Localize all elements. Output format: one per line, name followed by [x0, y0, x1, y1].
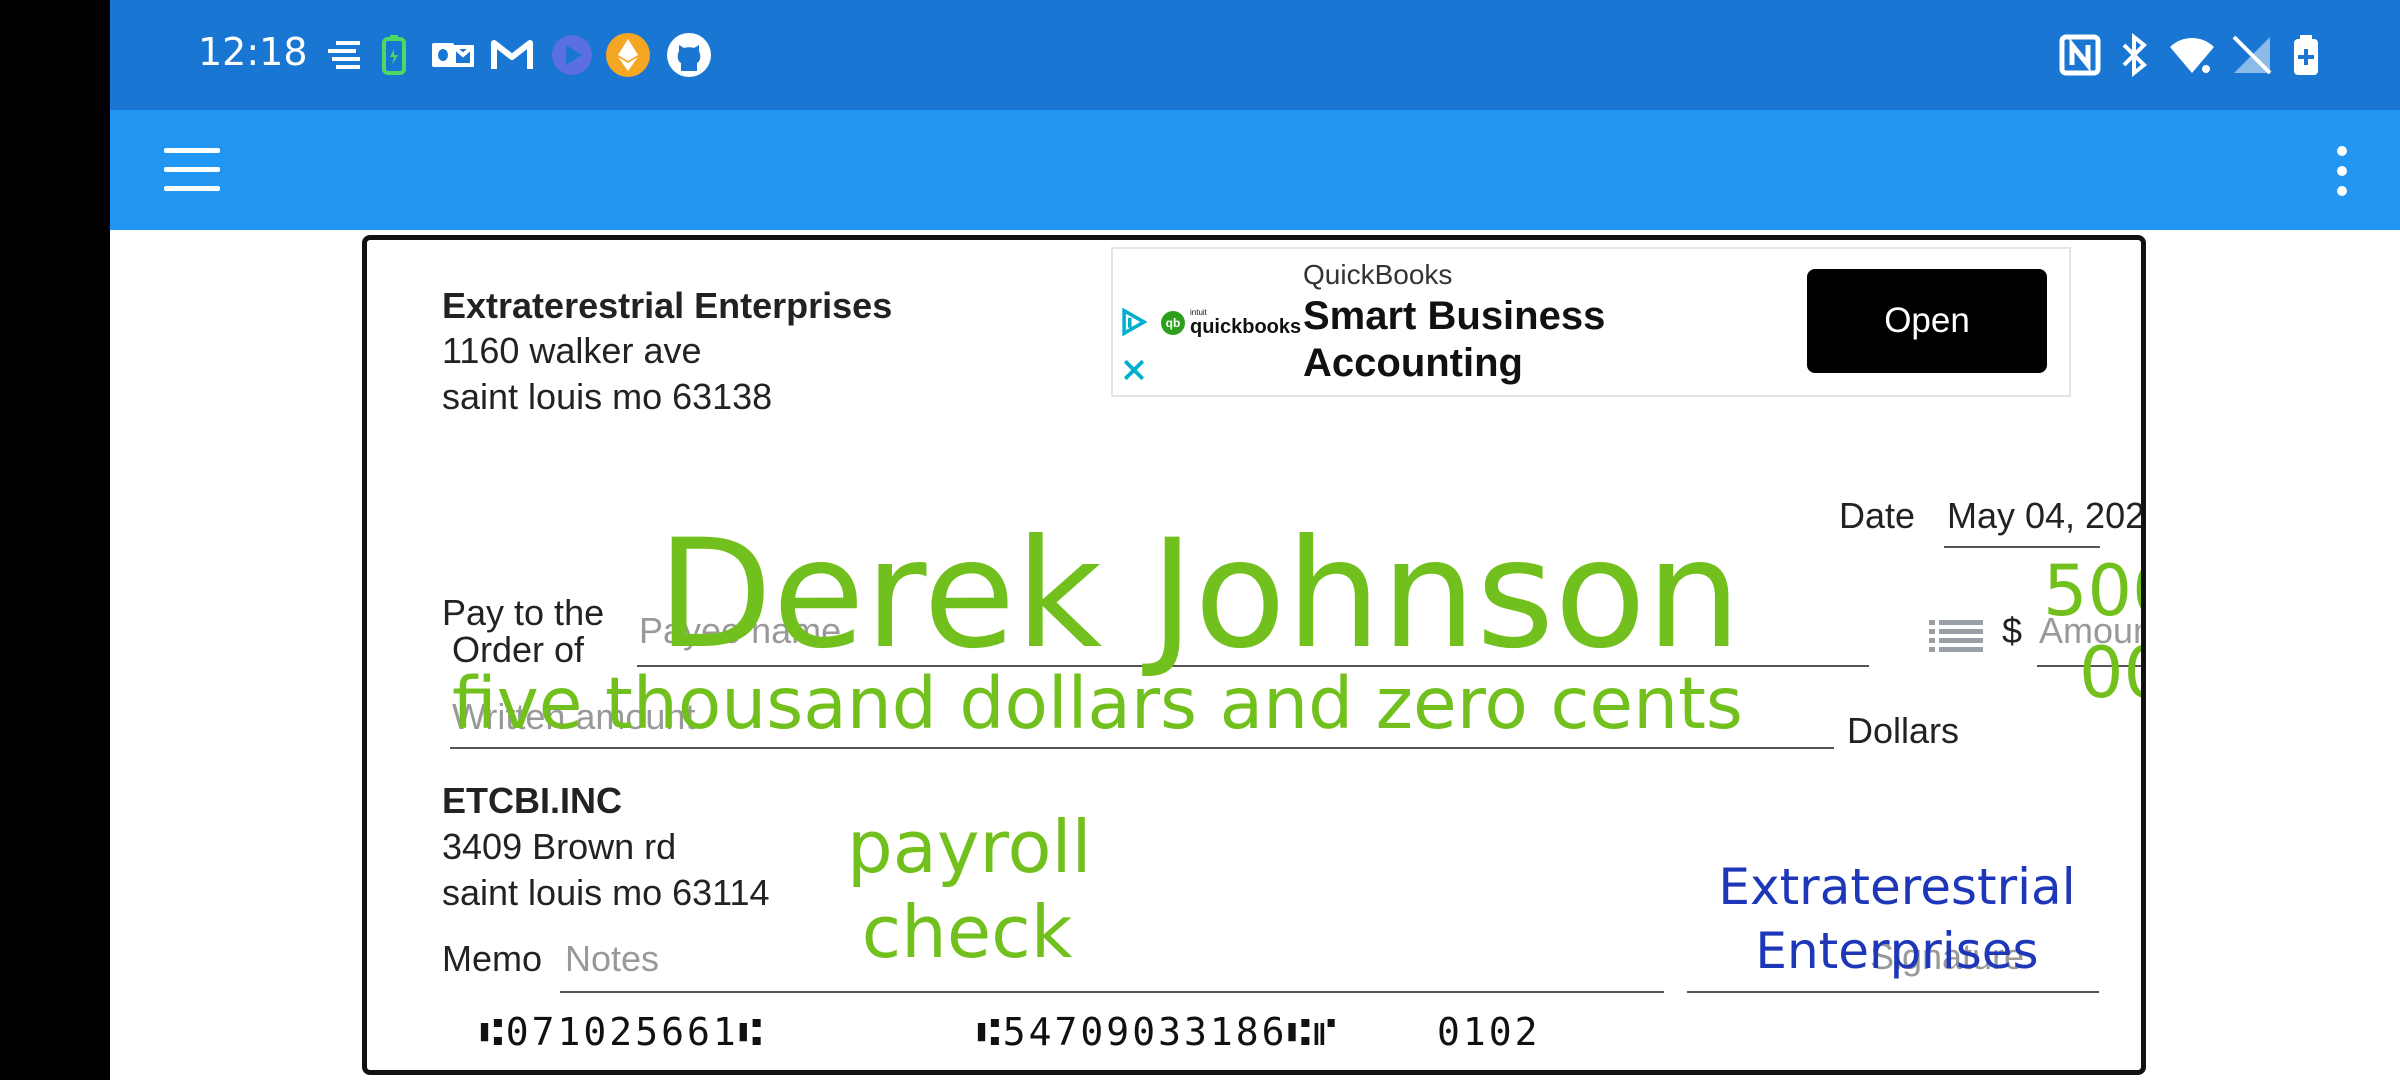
date-underline	[1944, 546, 2100, 548]
nfc-icon	[2056, 31, 2104, 79]
status-bar: 12:18	[110, 0, 2400, 110]
battery-saver-icon	[370, 31, 418, 79]
amount-handwriting-line1: 5000.	[2043, 550, 2141, 632]
outlook-icon	[428, 31, 476, 79]
notes-icon	[320, 31, 368, 79]
payer-address-line2: saint louis mo 63138	[442, 376, 773, 417]
ad-headline: Smart Business Accounting	[1303, 294, 1606, 385]
gmail-icon	[488, 31, 536, 79]
payer-name: Extraterestrial Enterprises	[442, 285, 893, 326]
app-bar	[110, 110, 2400, 230]
play-icon	[548, 31, 596, 79]
signature-underline	[1687, 991, 2099, 993]
github-icon	[665, 31, 713, 79]
ad-close-icon[interactable]	[1119, 355, 1149, 385]
bank-address-line1: 3409 Brown rd	[442, 826, 677, 867]
contacts-list-icon[interactable]	[1929, 618, 1983, 652]
amount-handwriting-line2: 00	[2079, 632, 2141, 714]
wifi-icon	[2168, 31, 2216, 79]
bank-address-line2: saint louis mo 63114	[442, 872, 770, 913]
micr-check-number: 0102	[1437, 1010, 1541, 1054]
app-screen: 12:18 Extraterestrial Enterprises 1160 w…	[110, 0, 2400, 1080]
micr-account: ⑆54709033186⑆⑈	[977, 1010, 1340, 1054]
bank-name: ETCBI.INC	[442, 780, 622, 821]
micr-routing: ⑆071025661⑆	[480, 1010, 765, 1054]
memo-handwriting-line1: payroll	[847, 805, 1092, 889]
memo-handwriting-line2: check	[861, 890, 1073, 974]
payee-handwriting: Derek Johnson	[657, 508, 1742, 682]
ad-banner[interactable]: qb intuit quickbooks QuickBooks Smart Bu…	[1111, 247, 2071, 397]
memo-label: Memo	[442, 938, 543, 979]
status-time: 12:18	[198, 30, 308, 74]
ad-open-button[interactable]: Open	[1807, 269, 2047, 373]
pay-to-label-line1: Pay to the	[442, 592, 605, 633]
more-vert-icon[interactable]	[2334, 146, 2350, 196]
date-field[interactable]: May 04, 2023	[1947, 495, 2141, 537]
check-form: Extraterestrial Enterprises 1160 walker …	[362, 235, 2146, 1075]
battery-charging-icon	[2282, 31, 2330, 79]
no-signal-icon	[2228, 31, 2276, 79]
quickbooks-logo: qb intuit quickbooks	[1161, 309, 1301, 337]
signature-handwriting-line1: Extraterestrial	[1718, 858, 2076, 916]
quickbooks-badge: qb	[1161, 311, 1185, 335]
date-label: Date	[1839, 495, 1916, 536]
quickbooks-logo-text: quickbooks	[1190, 316, 1302, 338]
signature-handwriting-line2: Enterprises	[1755, 922, 2039, 980]
hamburger-menu-icon[interactable]	[164, 148, 220, 192]
payer-address-line1: 1160 walker ave	[442, 330, 702, 371]
currency-symbol: $	[2002, 610, 2023, 651]
dollars-label: Dollars	[1847, 710, 1960, 751]
ad-choices-icon[interactable]	[1117, 305, 1151, 339]
ad-advertiser: QuickBooks	[1303, 259, 1453, 290]
ethereum-icon	[604, 31, 652, 79]
memo-input[interactable]: Notes	[565, 938, 659, 980]
written-amount-handwriting: five thousand dollars and zero cents	[452, 662, 1743, 745]
memo-underline	[560, 991, 1664, 993]
bluetooth-icon	[2110, 31, 2158, 79]
